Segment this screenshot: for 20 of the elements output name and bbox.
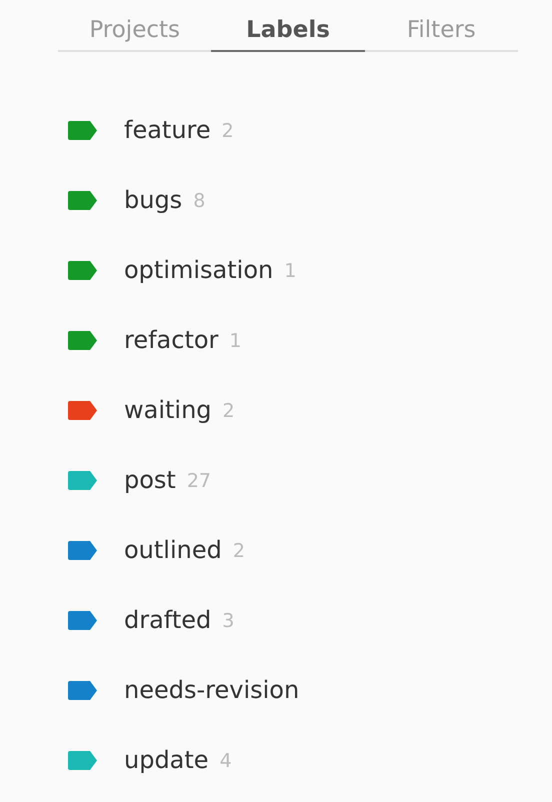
label-count: 27 — [186, 472, 212, 490]
label-count: 2 — [232, 542, 245, 560]
label-name[interactable]: refactor — [124, 328, 218, 352]
label-name[interactable]: optimisation — [124, 258, 274, 282]
label-name[interactable]: post — [124, 468, 176, 492]
label-count: 2 — [222, 122, 234, 140]
label-name[interactable]: update — [124, 748, 209, 772]
label-name[interactable]: bugs — [124, 188, 182, 212]
tab[interactable]: Labels — [211, 0, 365, 52]
label-count: 2 — [222, 402, 235, 420]
label-name[interactable]: needs-revision — [124, 678, 300, 702]
label-count: 1 — [284, 262, 296, 280]
label-name[interactable]: feature — [124, 118, 211, 142]
label-name[interactable]: waiting — [124, 398, 212, 422]
label-count: 1 — [229, 332, 242, 350]
label-name[interactable]: outlined — [124, 538, 222, 562]
label-name[interactable]: drafted — [124, 608, 212, 632]
label-count: 3 — [222, 612, 234, 630]
label-count: 4 — [220, 752, 232, 770]
label-count: 8 — [193, 192, 206, 210]
